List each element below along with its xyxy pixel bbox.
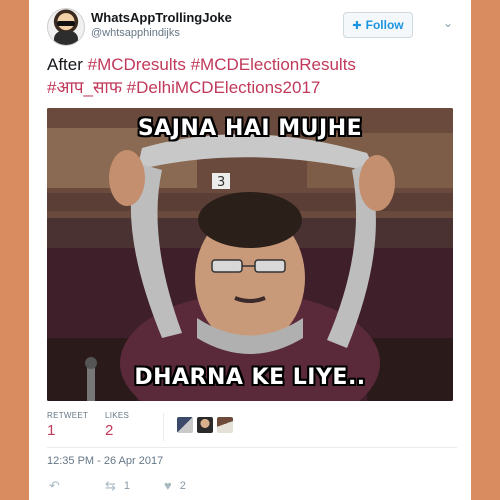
chevron-down-icon[interactable]: ⌄ bbox=[443, 16, 453, 30]
avatar-body bbox=[54, 31, 78, 45]
tweet-text-prefix: After bbox=[47, 55, 88, 74]
follow-button[interactable]: ✚ Follow bbox=[343, 12, 413, 38]
tweet-text: After #MCDresults #MCDElectionResults #आ… bbox=[47, 53, 457, 99]
meme-photo: 3 bbox=[47, 108, 453, 401]
follow-label: Follow bbox=[365, 18, 404, 32]
tweet-card: WhatsAppTrollingJoke @whtsapphindijks ✚ … bbox=[29, 0, 471, 500]
retweet-action-count: 1 bbox=[123, 480, 131, 492]
reply-button[interactable]: ↶ bbox=[49, 478, 60, 494]
liker-avatar[interactable] bbox=[217, 417, 233, 433]
retweets-count: 1 bbox=[47, 422, 56, 439]
stats-divider bbox=[163, 413, 164, 441]
avatar-sunglasses bbox=[57, 21, 75, 26]
add-user-icon: ✚ bbox=[352, 19, 362, 32]
liker-avatar[interactable] bbox=[197, 417, 213, 433]
retweet-button[interactable]: ⇆ 1 bbox=[105, 478, 130, 494]
like-action-count: 2 bbox=[179, 479, 186, 492]
author-handle[interactable]: @whtsapphindijks bbox=[91, 27, 180, 39]
likes-label: LIKES bbox=[105, 411, 130, 420]
meme-bottom-caption: DHARNA KE LIYE.. bbox=[134, 365, 366, 390]
retweets-label: RETWEET bbox=[47, 411, 89, 420]
author-avatar[interactable] bbox=[47, 8, 85, 46]
like-button[interactable]: ♥ 2 bbox=[164, 478, 186, 493]
tweet-stats: RETWEET 1 LIKES 2 bbox=[47, 411, 457, 448]
meme-top-caption: SAJNA HAI MUJHE bbox=[137, 116, 363, 141]
tweet-actions: ↶ ⇆ 1 ♥ 2 bbox=[47, 478, 457, 494]
author-name[interactable]: WhatsAppTrollingJoke bbox=[91, 10, 232, 25]
likes-stat[interactable]: LIKES 2 bbox=[105, 411, 129, 439]
liker-avatar[interactable] bbox=[177, 417, 193, 433]
svg-text:3: 3 bbox=[217, 175, 225, 190]
likes-count: 2 bbox=[105, 422, 114, 439]
tweet-media-image[interactable]: 3 SAJNA HAI MUJHE DHARNA KE LIYE.. bbox=[47, 108, 453, 401]
hashtags-line-2[interactable]: #आप_साफ #DelhiMCDElections2017 bbox=[47, 78, 320, 97]
heart-icon: ♥ bbox=[164, 478, 172, 493]
hashtags-line-1[interactable]: #MCDresults #MCDElectionResults bbox=[88, 55, 356, 74]
tweet-header: WhatsAppTrollingJoke @whtsapphindijks ✚ … bbox=[47, 6, 453, 46]
retweets-stat[interactable]: RETWEET 1 bbox=[47, 411, 88, 439]
retweet-icon: ⇆ bbox=[105, 478, 116, 493]
tweet-timestamp[interactable]: 12:35 PM - 26 Apr 2017 bbox=[47, 455, 163, 467]
reply-icon: ↶ bbox=[49, 478, 60, 493]
liker-avatars bbox=[177, 417, 233, 433]
